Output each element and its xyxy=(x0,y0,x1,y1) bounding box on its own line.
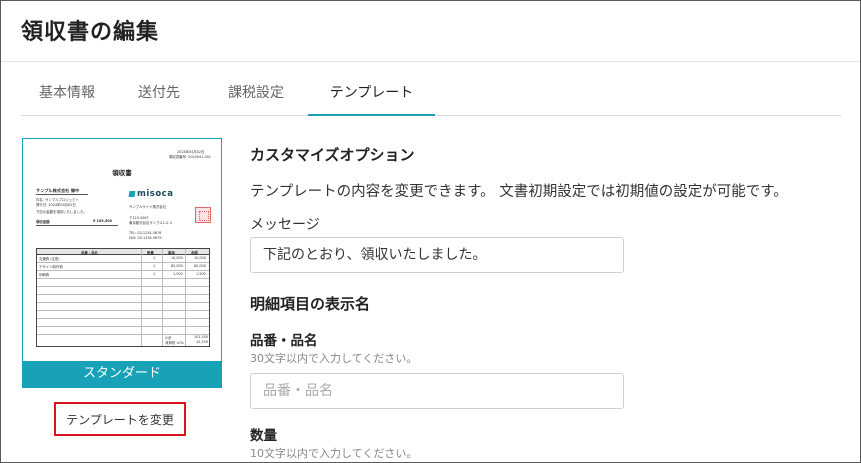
preview-table: 品番・品名 数量 単価 金額 交通費 (往復) デザイン制作費 印刷費 1 1 … xyxy=(36,248,210,347)
template-preview-card[interactable]: 2024年04月02日 領収書番号: 2024041-001 領収書 サンプル株… xyxy=(22,138,222,388)
item-name-label: 品番・品名 xyxy=(250,333,318,349)
quantity-label: 数量 xyxy=(250,428,277,444)
tab-template[interactable]: テンプレート xyxy=(308,75,435,116)
tab-basic-info[interactable]: 基本情報 xyxy=(31,75,103,114)
item-name-input[interactable] xyxy=(250,373,624,409)
message-label: メッセージ xyxy=(250,217,320,233)
preview-doc-title: 領収書 xyxy=(112,169,132,177)
customize-description: テンプレートの内容を変更できます。 文書初期設定では初期値の設定が可能です。 xyxy=(250,184,788,200)
change-template-button[interactable]: テンプレートを変更 xyxy=(54,402,186,436)
page-title: 領収書の編集 xyxy=(21,20,160,45)
tab-bar: 基本情報 送付先 課税設定 テンプレート xyxy=(21,75,841,116)
tab-recipient[interactable]: 送付先 xyxy=(131,75,187,114)
company-seal-icon xyxy=(195,207,211,223)
template-preview-image: 2024年04月02日 領収書番号: 2024041-001 領収書 サンプル株… xyxy=(23,139,221,361)
message-input[interactable] xyxy=(250,237,624,273)
quantity-hint: 10文字以内で入力してください。 xyxy=(250,447,418,460)
preview-logo: misoca xyxy=(128,189,173,199)
items-heading: 明細項目の表示名 xyxy=(250,295,371,313)
title-divider xyxy=(1,61,860,62)
tab-tax-settings[interactable]: 課税設定 xyxy=(217,75,295,114)
misoca-logo-icon xyxy=(128,191,136,197)
preview-number: 領収書番号: 2024041-001 xyxy=(169,155,211,159)
customize-heading: カスタマイズオプション xyxy=(250,146,415,164)
template-name: スタンダード xyxy=(23,361,221,387)
item-name-hint: 30文字以内で入力してください。 xyxy=(250,352,418,365)
